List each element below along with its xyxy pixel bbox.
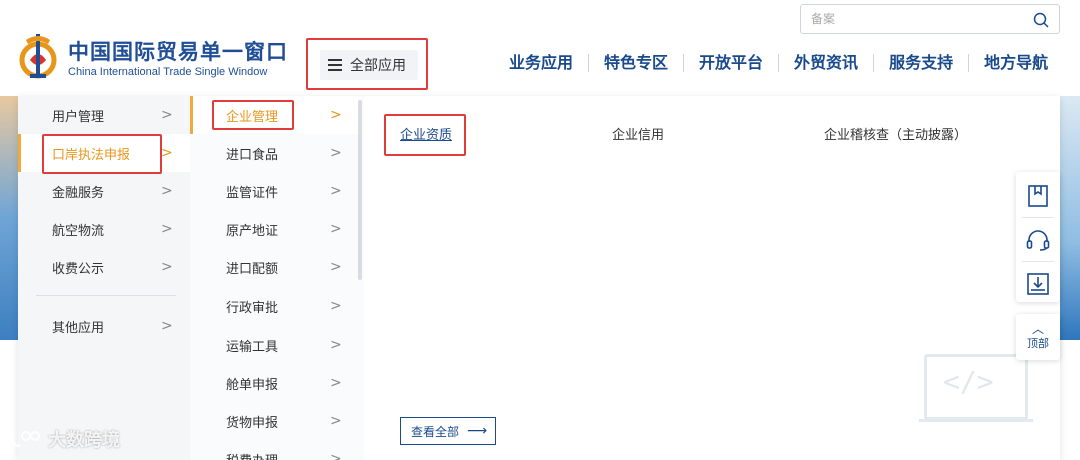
- chevron-up-icon: ︿: [1031, 322, 1044, 336]
- submenu-item-imported-food[interactable]: 进口食品 >: [190, 134, 362, 172]
- chevron-right-icon: >: [161, 183, 173, 199]
- download-icon: [1027, 272, 1049, 295]
- menu-icon: [328, 59, 342, 71]
- all-apps-label: 全部应用: [350, 58, 406, 74]
- arrow-right-icon: ⟶: [467, 423, 488, 439]
- nav-trade-news[interactable]: 外贸资讯: [778, 54, 873, 72]
- customer-service-button[interactable]: [1016, 218, 1060, 261]
- chevron-right-icon: >: [330, 337, 342, 353]
- view-all-label: 查看全部: [411, 424, 460, 439]
- all-apps-button[interactable]: 全部应用: [320, 50, 418, 80]
- submenu-item-transport-vehicles[interactable]: 运输工具 >: [190, 326, 362, 364]
- menu-item-air-logistics[interactable]: 航空物流 >: [18, 210, 190, 248]
- search-icon[interactable]: [1033, 12, 1049, 28]
- nav-business-apps[interactable]: 业务应用: [494, 54, 588, 72]
- link-enterprise-audit[interactable]: 企业稽核查（主动披露）: [824, 124, 967, 143]
- active-indicator: [190, 96, 193, 134]
- top-navigation: 业务应用 特色专区 开放平台 外贸资讯 服务支持 地方导航: [494, 52, 1063, 74]
- chevron-right-icon: >: [161, 221, 173, 237]
- watermark-text: 大数跨境: [48, 430, 120, 451]
- illustration-stand: [919, 419, 1033, 422]
- submenu-item-label: 进口配额: [226, 261, 279, 277]
- submenu-item-label: 货物申报: [226, 415, 279, 431]
- chevron-right-icon: >: [161, 318, 173, 334]
- menu-level1: 用户管理 > 口岸执法申报 > 金融服务 > 航空物流 > 收费公示 > 其他应…: [18, 96, 190, 460]
- menu-item-financial-services[interactable]: 金融服务 >: [18, 172, 190, 210]
- chevron-right-icon: >: [330, 451, 342, 460]
- menu-level3: 企业资质 企业信用 企业稽核查（主动披露） </> 查看全部 ⟶: [364, 96, 1060, 460]
- code-brackets-icon: </>: [943, 365, 994, 398]
- back-to-top-button[interactable]: ︿ 顶部: [1016, 314, 1060, 360]
- submenu-item-label: 税费办理: [226, 450, 278, 460]
- chevron-right-icon: >: [330, 413, 342, 429]
- search-box: [800, 4, 1060, 34]
- site-title-en[interactable]: China International Trade Single Window: [68, 66, 267, 78]
- chevron-right-icon: >: [161, 259, 173, 275]
- submenu-item-administrative-approval[interactable]: 行政审批 >: [190, 287, 362, 325]
- highlight-box-level3: [384, 114, 466, 156]
- menu-item-fee-disclosure[interactable]: 收费公示 >: [18, 248, 190, 286]
- back-to-top-label: 顶部: [1027, 337, 1049, 350]
- download-button[interactable]: [1016, 262, 1060, 305]
- bookmark-button[interactable]: [1016, 174, 1060, 217]
- highlight-box-level2: [212, 100, 294, 130]
- submenu-item-certificate-of-origin[interactable]: 原产地证 >: [190, 210, 362, 248]
- site-title-cn[interactable]: 中国国际贸易单一窗口: [68, 36, 288, 66]
- submenu-item-label: 行政审批: [226, 300, 279, 316]
- search-input[interactable]: [811, 10, 1021, 28]
- menu-item-label: 金融服务: [52, 185, 105, 201]
- all-apps-dropdown: 用户管理 > 口岸执法申报 > 金融服务 > 航空物流 > 收费公示 > 其他应…: [18, 96, 1060, 460]
- menu-item-label: 其他应用: [52, 320, 105, 336]
- submenu-item-manifest-declaration[interactable]: 舱单申报 >: [190, 364, 362, 402]
- chevron-right-icon: >: [330, 107, 342, 123]
- nav-service-support[interactable]: 服务支持: [873, 54, 968, 72]
- link-enterprise-credit[interactable]: 企业信用: [612, 124, 664, 143]
- menu-item-user-management[interactable]: 用户管理 >: [18, 96, 190, 134]
- menu-item-label: 用户管理: [52, 109, 105, 125]
- watermark: 大数跨境: [8, 426, 120, 452]
- submenu-item-import-quota[interactable]: 进口配额 >: [190, 248, 362, 286]
- banner-right-edge: [1058, 96, 1080, 340]
- chevron-right-icon: >: [330, 259, 342, 275]
- submenu-item-regulatory-certificates[interactable]: 监管证件 >: [190, 172, 362, 210]
- submenu-item-label: 原产地证: [226, 223, 279, 239]
- site-header: 中国国际贸易单一窗口 China International Trade Sin…: [0, 0, 1080, 96]
- chevron-right-icon: >: [330, 221, 342, 237]
- submenu-item-label: 进口食品: [226, 147, 279, 163]
- bookmark-icon: [1028, 184, 1048, 207]
- highlight-box-level1: [42, 134, 162, 174]
- logo-emblem-icon[interactable]: [18, 30, 58, 82]
- submenu-item-label: 运输工具: [226, 339, 279, 355]
- chevron-right-icon: >: [161, 107, 173, 123]
- chevron-right-icon: >: [330, 145, 342, 161]
- chevron-right-icon: >: [330, 375, 342, 391]
- all-apps-highlight: 全部应用: [306, 38, 428, 90]
- submenu-item-goods-declaration[interactable]: 货物申报 >: [190, 402, 362, 440]
- menu-item-label: 航空物流: [52, 223, 105, 239]
- banner-left-edge: [0, 96, 18, 340]
- submenu-item-label: 舱单申报: [226, 377, 279, 393]
- menu-divider: [36, 295, 176, 296]
- floating-toolbar: [1016, 172, 1060, 302]
- code-illustration: </>: [919, 354, 1033, 422]
- chevron-right-icon: >: [330, 183, 342, 199]
- submenu-item-tax-handling[interactable]: 税费办理 >: [190, 440, 362, 460]
- chevron-right-icon: >: [161, 145, 173, 161]
- view-all-button[interactable]: 查看全部 ⟶: [400, 417, 496, 445]
- submenu-item-label: 监管证件: [226, 185, 279, 201]
- nav-open-platform[interactable]: 开放平台: [683, 54, 778, 72]
- chevron-right-icon: >: [330, 298, 342, 314]
- headset-icon: [1026, 229, 1050, 251]
- watermark-logo-icon: [10, 431, 40, 448]
- menu-level2: 企业管理 > 进口食品 > 监管证件 > 原产地证 > 进口配额 > 行政审批 …: [190, 96, 364, 460]
- menu-item-label: 收费公示: [52, 261, 105, 277]
- nav-local-navigation[interactable]: 地方导航: [968, 54, 1063, 72]
- submenu-scrollbar[interactable]: [358, 100, 362, 280]
- active-indicator: [18, 134, 21, 172]
- nav-featured-zone[interactable]: 特色专区: [588, 54, 683, 72]
- menu-item-other-apps[interactable]: 其他应用 >: [18, 307, 190, 345]
